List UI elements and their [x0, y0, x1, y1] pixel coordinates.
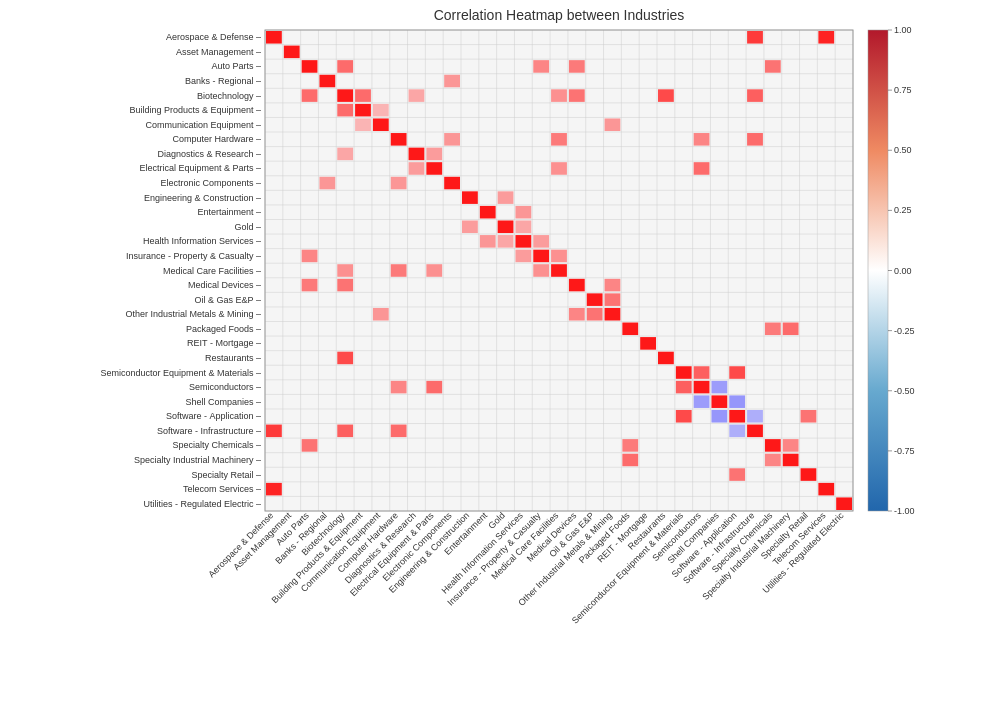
chart-container	[0, 0, 983, 721]
heatmap-canvas	[0, 0, 983, 721]
